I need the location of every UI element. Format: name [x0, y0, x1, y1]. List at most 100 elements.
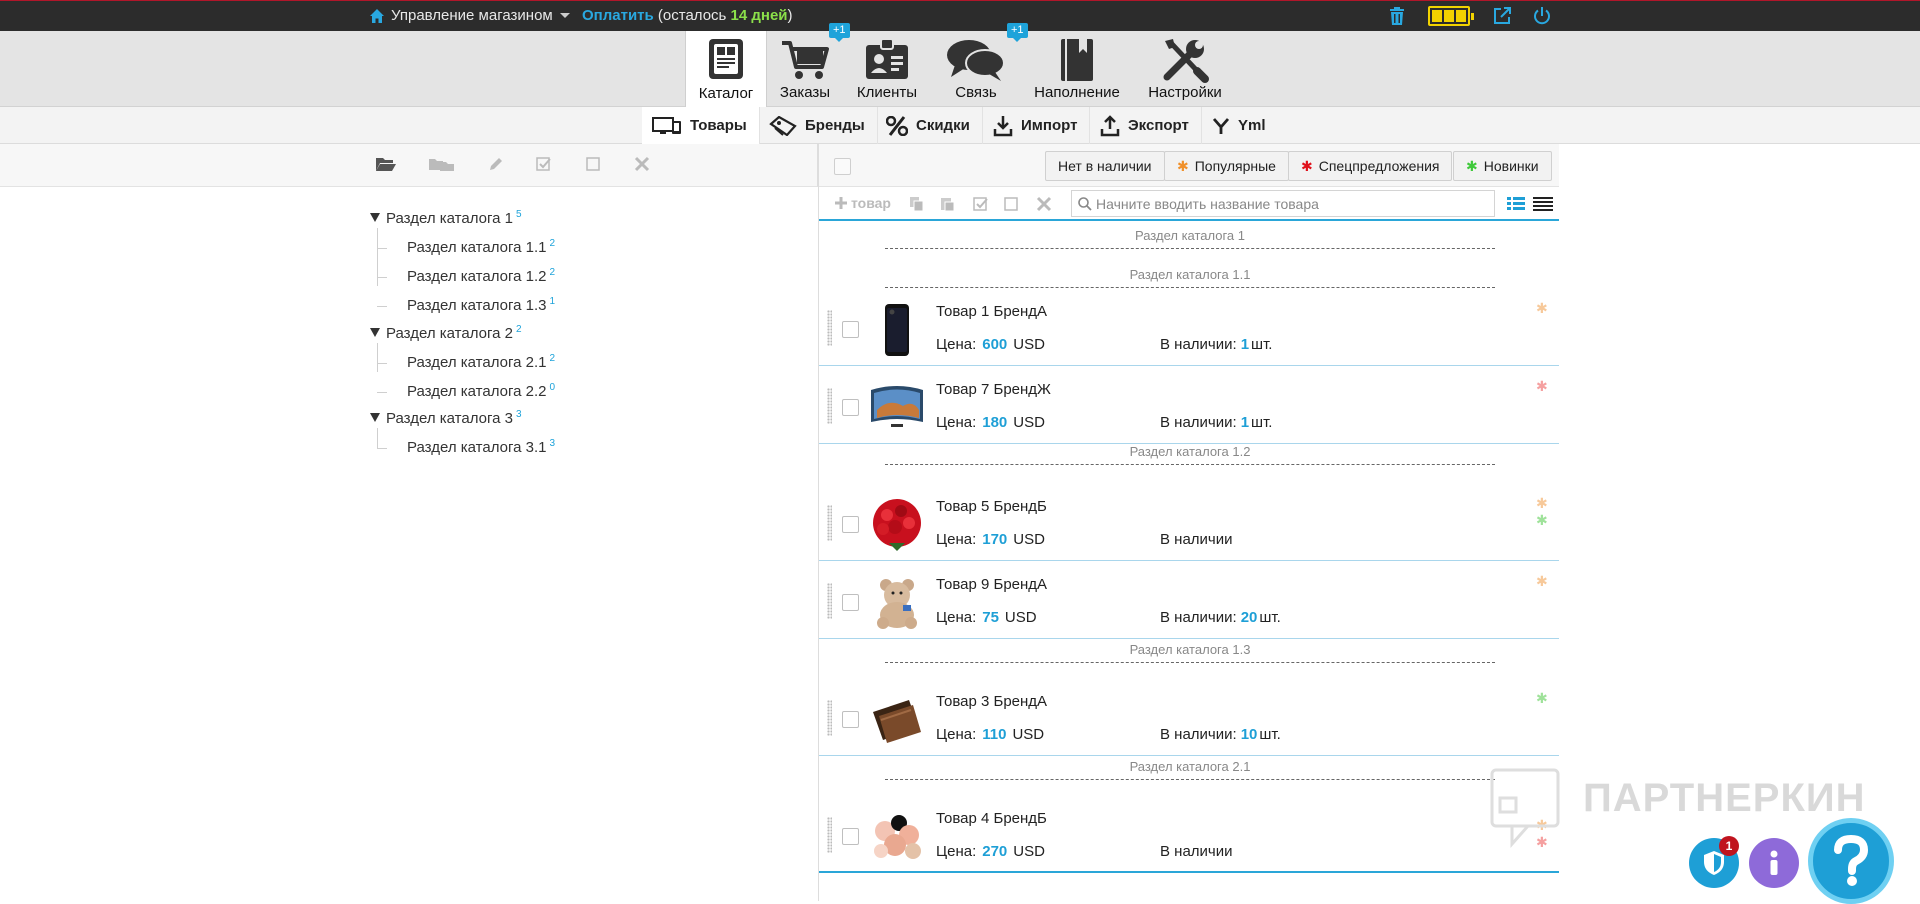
collapse-triangle-icon[interactable]: [370, 213, 380, 222]
uncheck-all-icon[interactable]: [1003, 196, 1019, 212]
stock-value[interactable]: 20: [1241, 609, 1258, 626]
product-name[interactable]: Товар 9 БрендА: [936, 576, 1047, 593]
security-button[interactable]: 1: [1689, 836, 1739, 888]
subnav-brands[interactable]: Бренды: [759, 107, 878, 144]
product-row[interactable]: Товар 7 БрендЖ Цена: 180 USD В наличии: 1 шт…: [819, 366, 1559, 444]
select-all-checkbox[interactable]: [834, 158, 851, 175]
filter-popular[interactable]: ✱ Популярные: [1164, 151, 1289, 181]
product-checkbox[interactable]: [842, 399, 859, 416]
new-mark-icon[interactable]: ✱: [1536, 690, 1548, 707]
help-button[interactable]: [1808, 818, 1894, 904]
filter-special-offers[interactable]: ✱ Спецпредложения: [1288, 151, 1453, 181]
product-row[interactable]: Товар 3 БрендА Цена: 110 USD В наличии: 10 ш…: [819, 678, 1559, 756]
drag-handle[interactable]: [827, 700, 832, 736]
stock-value[interactable]: 1: [1241, 336, 1249, 353]
product-search-input[interactable]: Начните вводить название товара: [1071, 190, 1495, 217]
drag-handle[interactable]: [827, 505, 832, 541]
product-name[interactable]: Товар 5 БрендБ: [936, 498, 1047, 515]
product-checkbox[interactable]: [842, 321, 859, 338]
product-row[interactable]: Товар 1 БрендА Цена: 600 USD В наличии: 1 шт…: [819, 288, 1559, 366]
plus-icon[interactable]: [835, 197, 847, 209]
drag-handle[interactable]: [827, 583, 832, 619]
stock-value[interactable]: 1: [1241, 414, 1249, 431]
nav-content[interactable]: Наполнение: [1021, 31, 1133, 107]
product-thumbnail[interactable]: [869, 380, 925, 436]
subnav-import[interactable]: Импорт: [983, 107, 1091, 144]
drag-handle[interactable]: [827, 310, 832, 346]
filter-out-of-stock[interactable]: Нет в наличии: [1045, 151, 1165, 181]
product-checkbox[interactable]: [842, 711, 859, 728]
external-link-icon[interactable]: [1492, 6, 1512, 26]
price-value[interactable]: 170: [982, 531, 1007, 548]
pay-link[interactable]: Оплатить: [582, 7, 654, 24]
subnav-yml[interactable]: Yml: [1202, 107, 1278, 144]
popular-mark-icon[interactable]: ✱: [1536, 495, 1548, 512]
folder-open-icon[interactable]: [375, 156, 397, 172]
uncheck-all-icon[interactable]: [585, 156, 601, 172]
product-name[interactable]: Товар 7 БрендЖ: [936, 381, 1051, 398]
delete-icon[interactable]: [1036, 196, 1052, 212]
power-icon[interactable]: [1532, 6, 1552, 26]
tree-node-1-2[interactable]: Раздел каталога 1.2 2: [407, 267, 555, 285]
nav-settings[interactable]: Настройки: [1133, 31, 1237, 107]
shop-management-menu[interactable]: Управление магазином: [369, 7, 570, 24]
trash-icon[interactable]: [1388, 6, 1406, 26]
price-value[interactable]: 180: [982, 414, 1007, 431]
price-value[interactable]: 270: [982, 843, 1007, 860]
compact-view-icon[interactable]: [1533, 196, 1553, 212]
product-name[interactable]: Товар 1 БрендА: [936, 303, 1047, 320]
product-row[interactable]: Товар 5 БрендБ Цена: 170 USD В наличии ✱ ✱: [819, 483, 1559, 561]
product-checkbox[interactable]: [842, 594, 859, 611]
tree-node-1-1[interactable]: Раздел каталога 1.1 2: [407, 238, 555, 256]
product-name[interactable]: Товар 4 БрендБ: [936, 810, 1047, 827]
product-row[interactable]: Товар 4 БрендБ Цена: 270 USD В наличии ✱ ✱: [819, 795, 1559, 873]
info-button[interactable]: [1749, 838, 1799, 888]
nav-catalog[interactable]: Каталог: [685, 31, 767, 108]
tree-node-2-1[interactable]: Раздел каталога 2.1 2: [407, 353, 555, 371]
tree-node-1-3[interactable]: Раздел каталога 1.3 1: [407, 296, 555, 314]
check-all-icon[interactable]: [973, 196, 989, 212]
filter-new[interactable]: ✱ Новинки: [1453, 151, 1552, 181]
collapse-triangle-icon[interactable]: [370, 413, 380, 422]
price-value[interactable]: 600: [982, 336, 1007, 353]
edit-pencil-icon[interactable]: [488, 156, 504, 172]
product-thumbnail[interactable]: [869, 575, 925, 631]
price-value[interactable]: 110: [982, 726, 1006, 743]
subnav-discounts[interactable]: Скидки: [876, 107, 983, 144]
tree-node-3[interactable]: Раздел каталога 33: [370, 409, 522, 427]
check-all-icon[interactable]: [536, 156, 552, 172]
tree-node-1[interactable]: Раздел каталога 15: [370, 209, 522, 227]
tree-node-2[interactable]: Раздел каталога 22: [370, 324, 522, 342]
popular-mark-icon[interactable]: ✱: [1536, 300, 1548, 317]
paste-icon[interactable]: [939, 196, 955, 212]
nav-communication[interactable]: +1 Связь: [931, 23, 1028, 107]
new-mark-icon[interactable]: ✱: [1536, 512, 1548, 529]
drag-handle[interactable]: [827, 817, 832, 853]
nav-clients[interactable]: Клиенты: [843, 31, 931, 107]
product-thumbnail[interactable]: [869, 497, 925, 553]
popular-mark-icon[interactable]: ✱: [1536, 573, 1548, 590]
product-thumbnail[interactable]: [869, 302, 925, 358]
stock-unit: шт.: [1251, 336, 1273, 353]
tree-node-2-2[interactable]: Раздел каталога 2.2 0: [407, 382, 555, 400]
drag-handle[interactable]: [827, 388, 832, 424]
collapse-triangle-icon[interactable]: [370, 328, 380, 337]
list-view-icon[interactable]: [1507, 196, 1525, 212]
product-name[interactable]: Товар 3 БрендА: [936, 693, 1047, 710]
stock-value[interactable]: 10: [1241, 726, 1258, 743]
price-value[interactable]: 75: [982, 609, 999, 626]
subnav-export[interactable]: Экспорт: [1090, 107, 1202, 144]
nav-orders[interactable]: +1 Заказы: [767, 23, 850, 107]
product-checkbox[interactable]: [842, 516, 859, 533]
product-thumbnail[interactable]: [869, 692, 925, 748]
product-checkbox[interactable]: [842, 828, 859, 845]
add-product-button[interactable]: товар: [851, 195, 891, 211]
tree-node-3-1[interactable]: Раздел каталога 3.1 3: [407, 438, 555, 456]
product-thumbnail[interactable]: [869, 809, 925, 865]
move-folder-icon[interactable]: [428, 156, 456, 172]
product-row[interactable]: Товар 9 БрендА Цена: 75 USD В наличии: 20 шт…: [819, 561, 1559, 639]
subnav-products[interactable]: Товары: [642, 107, 760, 144]
copy-icon[interactable]: [909, 196, 925, 212]
delete-icon[interactable]: [634, 156, 650, 172]
special-mark-icon[interactable]: ✱: [1536, 378, 1548, 395]
